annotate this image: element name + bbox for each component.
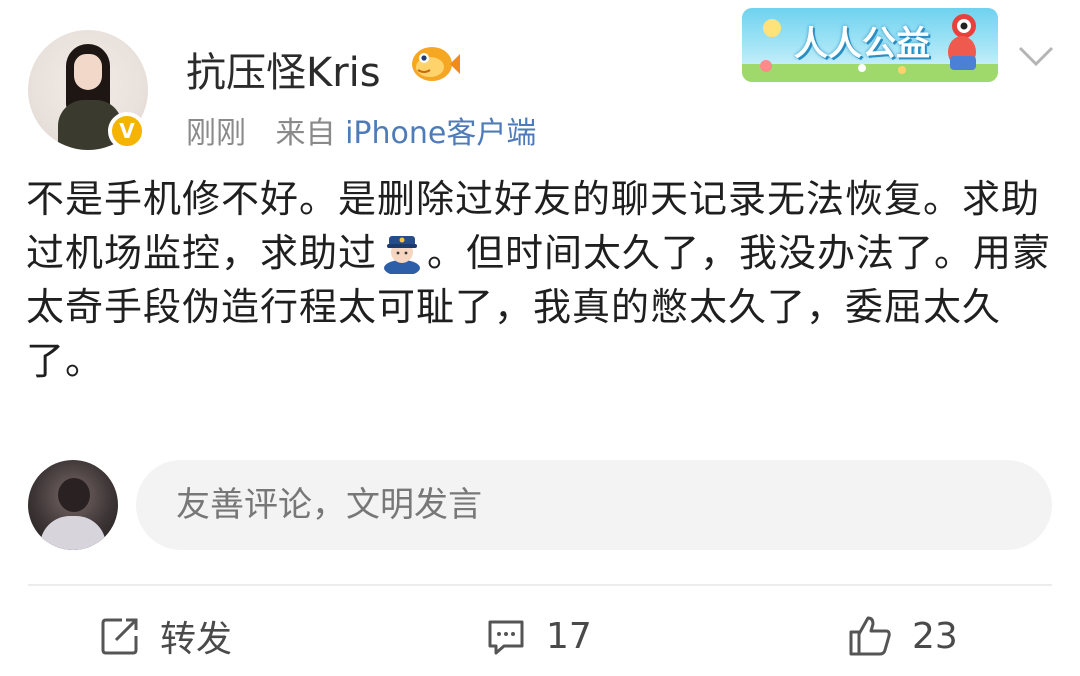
- comment-bubble-icon: [488, 620, 524, 655]
- comment-count: 17: [546, 615, 592, 657]
- share-square-icon: [101, 618, 138, 655]
- verified-badge-icon: V: [108, 112, 146, 150]
- post-time: 刚刚: [186, 116, 246, 151]
- police-officer-emoji-icon: [384, 236, 421, 274]
- like-count: 23: [912, 615, 958, 657]
- like-button[interactable]: 23: [846, 610, 958, 662]
- current-user-avatar-head: [58, 478, 90, 512]
- chevron-down-icon[interactable]: [1016, 44, 1056, 70]
- mascot-icon: [948, 14, 976, 70]
- username[interactable]: 抗压怪Kris: [186, 40, 381, 98]
- repost-button[interactable]: 转发: [98, 610, 232, 662]
- comment-input[interactable]: [136, 460, 1052, 550]
- avatar-face: [74, 54, 102, 90]
- comment-row: [0, 452, 1080, 562]
- current-user-avatar-shoulders: [40, 516, 106, 550]
- post-header: V 抗压怪Kris 刚刚 来自 iPhone客户端 人人公益: [0, 0, 1080, 160]
- post-text: 不是手机修不好。是删除过好友的聊天记录无法恢复。求助过机场监控，求助过 。但时间…: [26, 172, 1060, 388]
- fish-membership-icon: [412, 47, 460, 81]
- post-meta: 刚刚 来自 iPhone客户端: [186, 108, 536, 152]
- thumbs-up-icon: [849, 616, 891, 656]
- repost-label: 转发: [160, 619, 233, 660]
- charity-banner-label: 人人公益: [794, 24, 930, 64]
- charity-banner[interactable]: 人人公益: [742, 8, 998, 82]
- source-prefix: 来自: [275, 116, 336, 151]
- action-bar: 转发 17 23: [0, 596, 1080, 676]
- comment-button[interactable]: 17: [484, 610, 592, 662]
- current-user-avatar[interactable]: [28, 460, 118, 550]
- source-client-link[interactable]: iPhone客户端: [345, 116, 536, 151]
- divider: [28, 584, 1052, 586]
